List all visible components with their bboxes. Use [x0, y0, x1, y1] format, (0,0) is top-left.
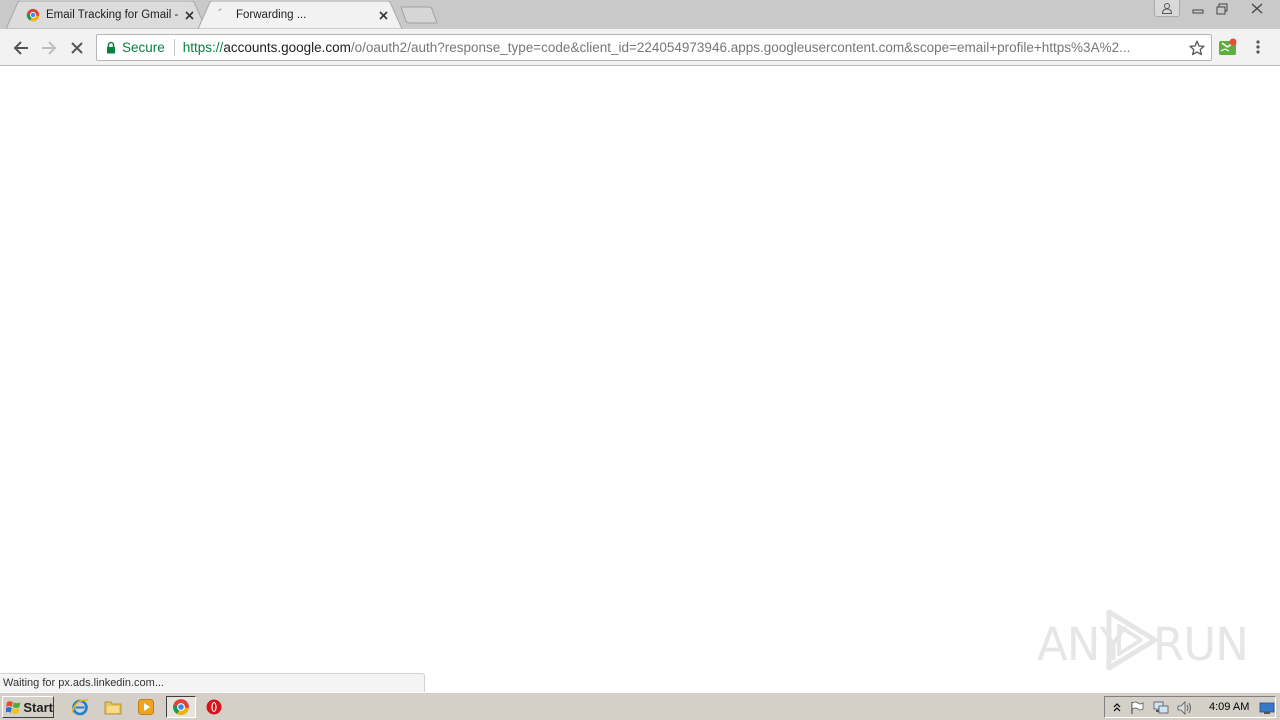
tab-title: Forwarding ...: [236, 9, 307, 21]
new-tab-button[interactable]: [400, 6, 438, 24]
forward-arrow-icon: [42, 41, 57, 55]
taskbar-clock[interactable]: 4:09 AM: [1209, 701, 1249, 713]
stop-loading-button[interactable]: [66, 37, 88, 59]
volume-button[interactable]: [1177, 700, 1193, 716]
tab-title: Email Tracking for Gmail - Ma: [46, 9, 180, 21]
address-bar[interactable]: Secure https://accounts.google.com/o/oau…: [96, 34, 1212, 61]
restore-icon: [1216, 3, 1228, 14]
internet-explorer-button[interactable]: [68, 696, 92, 718]
minimize-icon: [1192, 9, 1204, 13]
action-center-button[interactable]: [1129, 700, 1145, 716]
back-button[interactable]: [10, 37, 32, 59]
windows-taskbar: Start 4:09 AM: [0, 692, 1280, 720]
address-separator: [173, 39, 175, 56]
tab-strip: Email Tracking for Gmail - Ma Forwarding…: [0, 0, 1280, 29]
file-explorer-button[interactable]: [101, 696, 125, 718]
close-tab-icon[interactable]: [376, 8, 390, 22]
network-button[interactable]: [1153, 700, 1169, 716]
page-content: [0, 66, 1280, 692]
url-host: accounts.google.com: [223, 40, 351, 55]
start-button[interactable]: Start: [2, 696, 54, 718]
windows-logo-icon: [6, 700, 21, 714]
close-tab-icon[interactable]: [182, 8, 196, 22]
restore-button[interactable]: [1210, 0, 1234, 17]
url-scheme: https://: [182, 40, 224, 55]
profile-button[interactable]: [1154, 0, 1180, 17]
bookmark-star-icon[interactable]: [1189, 40, 1205, 56]
chrome-taskbar-button[interactable]: [166, 696, 196, 718]
show-hidden-icons-button[interactable]: [1109, 700, 1125, 716]
chevron-up-icon: [1113, 703, 1121, 712]
media-player-icon: [138, 699, 154, 715]
show-desktop-icon: [1259, 702, 1275, 714]
email-tracking-extension-icon[interactable]: [1218, 38, 1237, 56]
media-player-button[interactable]: [134, 696, 158, 718]
close-icon: [1251, 3, 1263, 14]
show-desktop-button[interactable]: [1259, 700, 1275, 716]
minimize-button[interactable]: [1186, 0, 1210, 17]
tab-email-tracking[interactable]: Email Tracking for Gmail - Ma: [6, 1, 206, 29]
person-icon: [1161, 3, 1173, 14]
start-label: Start: [23, 699, 53, 715]
volume-icon: [1177, 701, 1191, 715]
network-icon: [1153, 701, 1169, 714]
chrome-menu-icon[interactable]: [1252, 39, 1264, 55]
url-text[interactable]: https://accounts.google.com/o/oauth2/aut…: [183, 40, 1183, 55]
lock-icon: [107, 41, 115, 54]
loading-spinner-icon: [218, 8, 222, 11]
opera-icon: [206, 699, 222, 715]
system-tray: 4:09 AM: [1104, 696, 1276, 718]
secure-label[interactable]: Secure: [122, 40, 165, 55]
browser-toolbar: Secure https://accounts.google.com/o/oau…: [0, 29, 1280, 66]
stop-icon: [71, 42, 83, 54]
file-explorer-icon: [104, 701, 122, 715]
flag-icon: [1131, 701, 1144, 714]
tab-forwarding[interactable]: Forwarding ...: [198, 1, 402, 29]
close-window-button[interactable]: [1234, 0, 1280, 17]
window-controls: [1154, 0, 1280, 20]
internet-explorer-icon: [71, 699, 89, 716]
watermark-text: RUN: [1153, 618, 1249, 671]
chrome-tab-icon: [26, 8, 40, 22]
status-bubble: Waiting for px.ads.linkedin.com...: [0, 673, 425, 692]
chrome-icon: [173, 699, 189, 715]
url-path: /o/oauth2/auth?response_type=code&client…: [350, 40, 1131, 55]
back-arrow-icon: [13, 41, 28, 55]
opera-button[interactable]: [202, 696, 226, 718]
forward-button[interactable]: [38, 37, 60, 59]
anyrun-watermark: ANY RUN: [1037, 606, 1249, 672]
